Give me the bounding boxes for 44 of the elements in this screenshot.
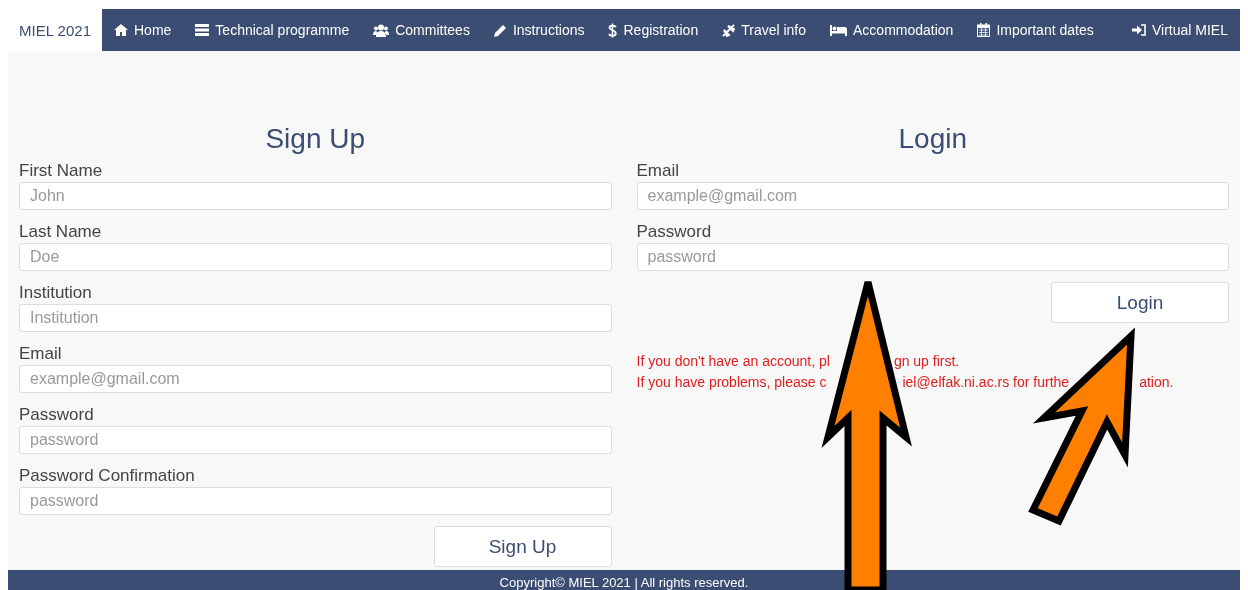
copyright-text: Copyright© MIEL 2021 | All rights reserved. [499,575,749,590]
input-field[interactable]: password [19,426,612,454]
field-label: Email [19,343,63,365]
nav-link[interactable]: Virtual MIEL [1120,9,1240,51]
input-field[interactable]: Institution [19,304,612,332]
pencil-icon [493,23,507,37]
nav-link[interactable]: Home [102,9,184,51]
field-label: Password [19,404,95,426]
input-field[interactable]: password [19,487,612,515]
field-label: Password [636,221,713,243]
input-field[interactable]: example@gmail.com [19,365,612,393]
home-icon [114,24,128,36]
nav-link[interactable]: Important dates [965,9,1106,51]
dollar-icon [608,22,618,38]
notice-text: ation. [1139,373,1174,392]
field-label: First Name [19,160,104,182]
nav-link[interactable]: Travel info [710,9,819,51]
input-field[interactable]: John [19,182,612,210]
field-label: Institution [19,282,93,304]
notice-text: If you don't have an account, pl [636,352,830,371]
nav-link[interactable]: Technical programme [183,9,362,51]
field-label: Password Confirmation [19,465,196,487]
field-label: Last Name [19,221,103,243]
form-title: Login [897,122,968,156]
login-button[interactable]: Login [1051,282,1229,323]
bed-icon [830,24,848,36]
nav-link[interactable]: Committees [361,9,482,51]
input-field[interactable]: example@gmail.com [636,182,1229,210]
notice-text: iel@elfak.ni.ac.rs for furthe [902,373,1070,392]
nav-link[interactable]: Accommodation [818,9,966,51]
notice-text: If you have problems, please c [636,373,827,392]
nav-link[interactable]: Registration [596,9,711,51]
sign-in-icon [1132,24,1146,36]
form-title: Sign Up [264,122,367,156]
sign-up-button[interactable]: Sign Up [433,526,612,567]
field-label: Email [636,160,680,182]
notice-text: gn up first. [893,352,960,371]
users-icon [373,23,390,37]
calendar-icon [977,23,991,37]
brand-tab[interactable]: MIEL 2021 [8,9,102,51]
list-icon [195,24,210,36]
input-field[interactable]: Doe [19,243,612,271]
input-field[interactable]: password [636,243,1229,271]
nav-link[interactable]: Instructions [481,9,597,51]
